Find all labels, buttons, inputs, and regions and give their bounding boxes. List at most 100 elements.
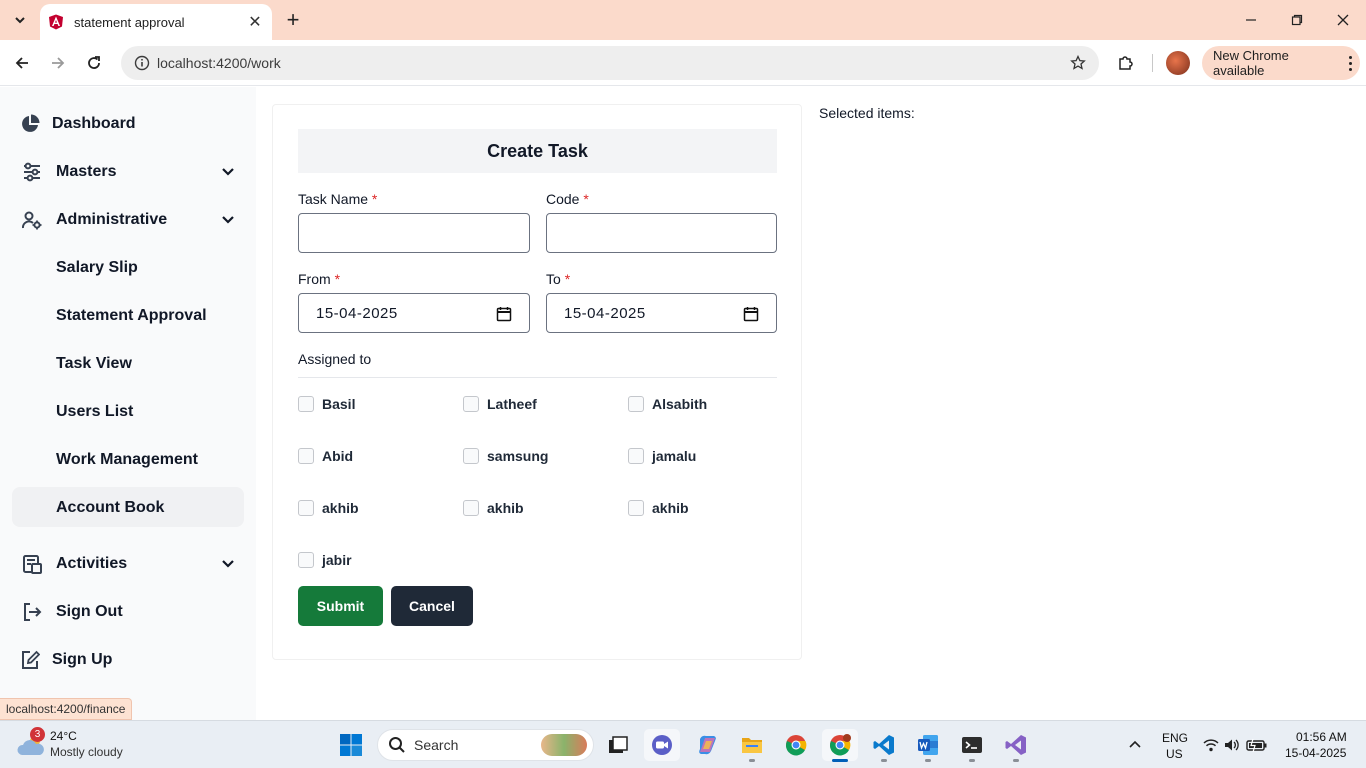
code-input[interactable] <box>546 213 777 253</box>
to-date-input[interactable]: 15-04-2025 <box>546 293 777 333</box>
maximize-button[interactable] <box>1274 6 1320 34</box>
running-indicator <box>749 759 755 762</box>
checkbox[interactable] <box>463 500 479 516</box>
language-region[interactable]: US <box>1166 747 1183 761</box>
url-text[interactable]: localhost:4200/work <box>157 55 1063 71</box>
extensions-button[interactable] <box>1112 49 1140 77</box>
close-icon <box>1337 14 1349 26</box>
assignee-checkbox-akhib-2[interactable]: akhib <box>463 500 524 516</box>
profile-avatar[interactable] <box>1166 51 1190 75</box>
sidebar-item-administrative[interactable]: Administrative <box>12 199 244 239</box>
sidebar-item-label: Work Management <box>56 451 198 468</box>
sidebar-item-statement-approval[interactable]: Statement Approval <box>12 295 244 335</box>
sidebar-item-label: Sign Out <box>56 603 123 620</box>
checkbox[interactable] <box>463 396 479 412</box>
new-tab-button[interactable]: + <box>280 7 306 33</box>
sidebar-item-masters[interactable]: Masters <box>12 151 244 191</box>
browser-tab-strip: statement approval ✕ + <box>0 0 1366 40</box>
assignee-checkbox-abid[interactable]: Abid <box>298 448 353 464</box>
checkbox[interactable] <box>298 448 314 464</box>
sidebar-item-sign-up[interactable]: Sign Up <box>12 639 244 679</box>
sidebar-item-dashboard[interactable]: Dashboard <box>12 103 244 143</box>
taskbar-search[interactable]: Search <box>377 729 594 761</box>
copilot-icon <box>699 735 716 755</box>
chevron-down-icon <box>222 168 234 176</box>
back-button[interactable] <box>8 49 36 77</box>
new-chrome-available-button[interactable]: New Chrome available <box>1202 46 1360 80</box>
sidebar-item-salary-slip[interactable]: Salary Slip <box>12 247 244 287</box>
checkbox[interactable] <box>628 448 644 464</box>
checkbox[interactable] <box>298 552 314 568</box>
chevron-down-icon <box>222 560 234 568</box>
from-label: From * <box>298 271 341 287</box>
system-tray-icons[interactable] <box>1203 737 1269 753</box>
sidebar-item-account-book[interactable]: Account Book <box>12 487 244 527</box>
clock-time[interactable]: 01:56 AM <box>1296 730 1347 744</box>
assignee-checkbox-samsung[interactable]: samsung <box>463 448 548 464</box>
taskbar-app-terminal[interactable] <box>954 729 990 762</box>
sidebar-item-label: Statement Approval <box>56 307 207 324</box>
task-name-input[interactable] <box>298 213 530 253</box>
language-indicator[interactable]: ENG <box>1162 731 1188 745</box>
browser-tab[interactable]: statement approval ✕ <box>40 4 272 40</box>
sidebar-item-task-view[interactable]: Task View <box>12 343 244 383</box>
close-window-button[interactable] <box>1320 6 1366 34</box>
taskbar-app-vscode[interactable] <box>866 729 902 762</box>
checkbox[interactable] <box>298 500 314 516</box>
calendar-icon[interactable] <box>743 306 759 322</box>
taskbar-app-meet[interactable] <box>644 729 680 761</box>
sidebar-item-sign-out[interactable]: Sign Out <box>12 591 244 631</box>
taskbar-app-file-explorer[interactable] <box>734 729 770 762</box>
submit-button[interactable]: Submit <box>298 586 383 626</box>
windows-start-icon[interactable] <box>339 733 363 757</box>
task-view-button[interactable] <box>600 729 636 761</box>
taskbar-app-chrome[interactable] <box>778 729 814 761</box>
sidebar-item-activities[interactable]: Activities <box>12 543 244 583</box>
checkbox[interactable] <box>628 396 644 412</box>
taskbar-app-chrome-profile[interactable] <box>822 729 858 762</box>
toolbar-divider <box>1152 54 1153 72</box>
clock-date[interactable]: 15-04-2025 <box>1285 746 1346 760</box>
tab-search-button[interactable] <box>6 6 34 34</box>
assignee-checkbox-akhib-3[interactable]: akhib <box>628 500 689 516</box>
forward-button[interactable] <box>44 49 72 77</box>
tab-close-icon[interactable]: ✕ <box>246 13 264 31</box>
minimize-button[interactable] <box>1228 6 1274 34</box>
assignee-checkbox-jamalu[interactable]: jamalu <box>628 448 696 464</box>
assignee-checkbox-latheef[interactable]: Latheef <box>463 396 537 412</box>
running-indicator <box>925 759 931 762</box>
folder-icon <box>742 738 762 753</box>
taskbar-app-word[interactable] <box>910 729 946 762</box>
assignee-checkbox-jabir[interactable]: jabir <box>298 552 352 568</box>
cancel-button[interactable]: Cancel <box>391 586 473 626</box>
assignee-checkbox-basil[interactable]: Basil <box>298 396 355 412</box>
word-icon <box>918 735 938 755</box>
chevron-down-icon <box>222 216 234 224</box>
checkbox[interactable] <box>298 396 314 412</box>
angular-icon <box>49 14 63 30</box>
checkbox[interactable] <box>628 500 644 516</box>
sidebar-item-label: Salary Slip <box>56 259 138 276</box>
from-date-input[interactable]: 15-04-2025 <box>298 293 530 333</box>
reload-button[interactable] <box>80 49 108 77</box>
chevron-up-icon[interactable] <box>1127 737 1143 753</box>
battery-icon <box>1246 738 1267 753</box>
checkbox[interactable] <box>463 448 479 464</box>
more-menu-icon[interactable] <box>1340 55 1360 71</box>
calendar-icon[interactable] <box>496 306 512 322</box>
activities-icon <box>23 555 42 574</box>
to-label: To * <box>546 271 571 287</box>
sidebar-item-label: Users List <box>56 403 134 420</box>
assignee-label: Abid <box>322 448 354 464</box>
taskbar-app-copilot[interactable] <box>690 729 726 761</box>
sidebar-item-work-management[interactable]: Work Management <box>12 439 244 479</box>
address-bar[interactable]: localhost:4200/work <box>121 46 1099 80</box>
assignee-label: akhib <box>487 500 524 516</box>
sidebar-item-users-list[interactable]: Users List <box>12 391 244 431</box>
taskbar-app-visual-studio[interactable] <box>998 729 1034 762</box>
info-icon[interactable] <box>133 54 151 72</box>
bookmark-star-icon[interactable] <box>1063 48 1093 78</box>
assignee-checkbox-akhib-1[interactable]: akhib <box>298 500 359 516</box>
vscode-icon <box>873 735 894 755</box>
assignee-checkbox-alsabith[interactable]: Alsabith <box>628 396 707 412</box>
